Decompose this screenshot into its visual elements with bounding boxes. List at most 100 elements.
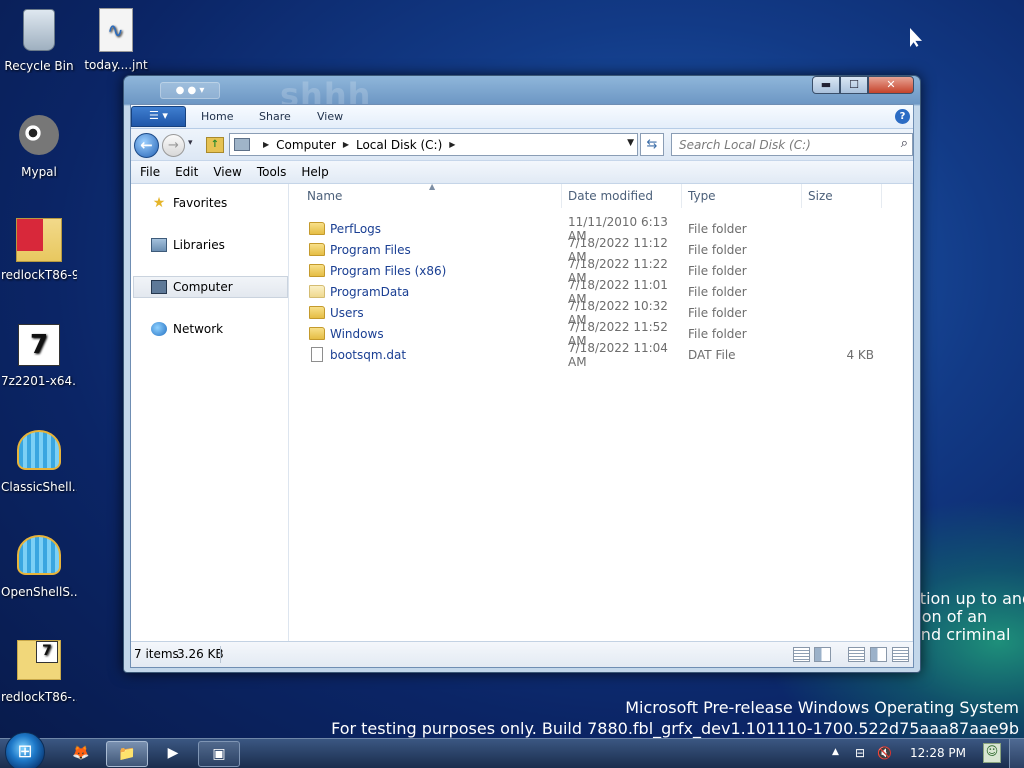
- build-watermark: Microsoft Pre-release Windows Operating …: [331, 697, 1019, 739]
- file-name: Users: [330, 305, 364, 320]
- bg-text-line: tion of an: [911, 607, 988, 626]
- help-icon[interactable]: ?: [895, 109, 910, 124]
- file-list[interactable]: ▲ Name Date modified Type Size PerfLogs …: [289, 182, 913, 641]
- column-header-type[interactable]: Type: [682, 184, 802, 208]
- file-name-cell: bootsqm.dat: [289, 347, 568, 362]
- file-menu-tab[interactable]: ☰ ▾: [131, 106, 186, 127]
- breadcrumb-separator-icon[interactable]: ▶: [449, 140, 455, 149]
- desktop-icon-open-shell[interactable]: OpenShellS...: [1, 532, 77, 599]
- desktop-icon-classic-shell[interactable]: ClassicShell...: [1, 427, 77, 494]
- menu-tools[interactable]: Tools: [257, 165, 287, 179]
- file-row-bootsqm[interactable]: bootsqm.dat 7/18/2022 11:04 AM DAT File …: [289, 341, 913, 369]
- file-name: Program Files: [330, 242, 411, 257]
- desktop-icon-label: ClassicShell...: [1, 480, 77, 494]
- tab-home[interactable]: Home: [201, 110, 233, 123]
- media-player-icon: ▶: [167, 745, 179, 761]
- menu-edit[interactable]: Edit: [175, 165, 198, 179]
- title-bar[interactable]: ● ● ▾ shhh ▬ ☐ ✕: [130, 76, 914, 114]
- status-divider: [220, 646, 221, 663]
- taskbar-explorer-button[interactable]: 📁: [106, 741, 148, 767]
- search-input[interactable]: [672, 134, 882, 155]
- start-button[interactable]: ⊞: [5, 732, 45, 768]
- file-name: Program Files (x86): [330, 263, 447, 278]
- address-dropdown-icon[interactable]: ▼: [627, 138, 634, 148]
- file-date: 7/18/2022 11:04 AM: [568, 340, 668, 369]
- refresh-button[interactable]: ⇆: [640, 133, 664, 156]
- explorer-window[interactable]: ● ● ▾ shhh ▬ ☐ ✕ ☰ ▾ Home Share View ? ←…: [123, 75, 921, 673]
- menu-help[interactable]: Help: [301, 165, 328, 179]
- search-box[interactable]: ⌕: [671, 133, 913, 156]
- back-button[interactable]: ←: [134, 133, 159, 158]
- large-icons-view-icon: [815, 648, 830, 661]
- menu-view[interactable]: View: [213, 165, 241, 179]
- redlock-archive-icon: [16, 218, 62, 264]
- taskbar-media-player-button[interactable]: ▶: [152, 741, 194, 767]
- file-name-cell: PerfLogs: [289, 222, 568, 236]
- desktop-background-text: ction up to and tion of an and criminal: [911, 590, 1024, 644]
- fox-icon: 🦊: [72, 745, 90, 761]
- tab-view[interactable]: View: [317, 110, 343, 123]
- nav-item-libraries[interactable]: Libraries: [131, 234, 288, 256]
- network-icon: [151, 322, 167, 336]
- folder-icon: [309, 222, 325, 235]
- folder-icon: [309, 327, 325, 340]
- desktop-icon-today-jnt[interactable]: today....jnt: [78, 7, 154, 72]
- quick-access-toolbar[interactable]: ● ● ▾: [160, 82, 220, 99]
- address-bar[interactable]: ▶ Computer ▶ Local Disk (C:) ▶ ▼: [229, 133, 638, 156]
- column-header-date-modified[interactable]: Date modified: [562, 184, 682, 208]
- details-pane-icon: [893, 648, 908, 661]
- minimize-button[interactable]: ▬: [812, 76, 840, 94]
- taskbar-fox-button[interactable]: 🦊: [60, 741, 102, 767]
- breadcrumb-computer[interactable]: Computer: [276, 138, 336, 152]
- details-view-button[interactable]: [793, 647, 810, 662]
- watermark-line-2: For testing purposes only. Build 7880.fb…: [331, 719, 1019, 738]
- status-item-count: 7 items: [134, 647, 179, 661]
- column-header-size[interactable]: Size: [802, 184, 882, 208]
- nav-item-network[interactable]: Network: [131, 318, 288, 340]
- forward-button[interactable]: →: [162, 134, 185, 157]
- journal-file-icon: [93, 8, 139, 54]
- menu-file[interactable]: File: [140, 165, 160, 179]
- layout-pane-button[interactable]: [848, 647, 865, 662]
- desktop-icon-recycle-bin[interactable]: Recycle Bin: [1, 7, 77, 73]
- column-label: Name: [307, 189, 343, 203]
- tab-share[interactable]: Share: [259, 110, 291, 123]
- breadcrumb-separator-icon[interactable]: ▶: [263, 140, 269, 149]
- show-desktop-button[interactable]: [1009, 739, 1024, 768]
- search-icon[interactable]: ⌕: [901, 136, 908, 151]
- desktop-icon-mypal[interactable]: Mypal: [1, 112, 77, 179]
- navigation-bar: ← → ▾ ↑ ▶ Computer ▶ Local Disk (C:) ▶ ▼…: [131, 129, 913, 161]
- file-icon: [311, 347, 323, 362]
- breadcrumb-separator-icon[interactable]: ▶: [343, 140, 349, 149]
- volume-muted-icon[interactable]: 🔇: [877, 746, 892, 761]
- file-name-cell: Program Files (x86): [289, 264, 568, 278]
- up-folder-button[interactable]: ↑: [206, 137, 224, 153]
- nav-item-label: Computer: [173, 280, 233, 294]
- taskbar-clock[interactable]: 12:28 PM: [910, 746, 966, 760]
- desktop-icon-redlock-folder[interactable]: redlockT86-...: [1, 637, 77, 704]
- show-hidden-icons-button[interactable]: ▲: [832, 747, 839, 757]
- file-name: Windows: [330, 326, 384, 341]
- nav-item-computer[interactable]: Computer: [133, 276, 288, 298]
- maximize-button[interactable]: ☐: [840, 76, 868, 94]
- column-header-name[interactable]: ▲ Name: [289, 182, 562, 208]
- breadcrumb-local-disk[interactable]: Local Disk (C:): [356, 138, 442, 152]
- taskbar-app-button[interactable]: ▣: [198, 741, 240, 767]
- nav-item-favorites[interactable]: ★ Favorites: [131, 192, 288, 214]
- watermark-line-1: Microsoft Pre-release Windows Operating …: [625, 698, 1019, 717]
- network-tray-icon[interactable]: ⊟: [853, 746, 867, 761]
- desktop-icon-label: redlockT86-9: [1, 268, 77, 282]
- nav-item-label: Network: [173, 322, 224, 336]
- file-type: DAT File: [688, 347, 736, 362]
- close-button[interactable]: ✕: [868, 76, 914, 94]
- user-tray-icon[interactable]: ☺: [983, 743, 1001, 763]
- recent-locations-dropdown[interactable]: ▾: [188, 138, 193, 148]
- navigation-pane[interactable]: ★ Favorites Libraries Computer Network: [131, 184, 289, 641]
- menu-bar: File Edit View Tools Help: [131, 161, 913, 184]
- desktop-icon-redlock-9[interactable]: redlockT86-9: [1, 217, 77, 282]
- details-pane-button[interactable]: [892, 647, 909, 662]
- desktop-icon-7zip[interactable]: 7 7z2201-x64....: [1, 322, 77, 388]
- desktop-icon-label: Recycle Bin: [4, 59, 74, 73]
- preview-pane-button[interactable]: [870, 647, 887, 662]
- large-icons-view-button[interactable]: [814, 647, 831, 662]
